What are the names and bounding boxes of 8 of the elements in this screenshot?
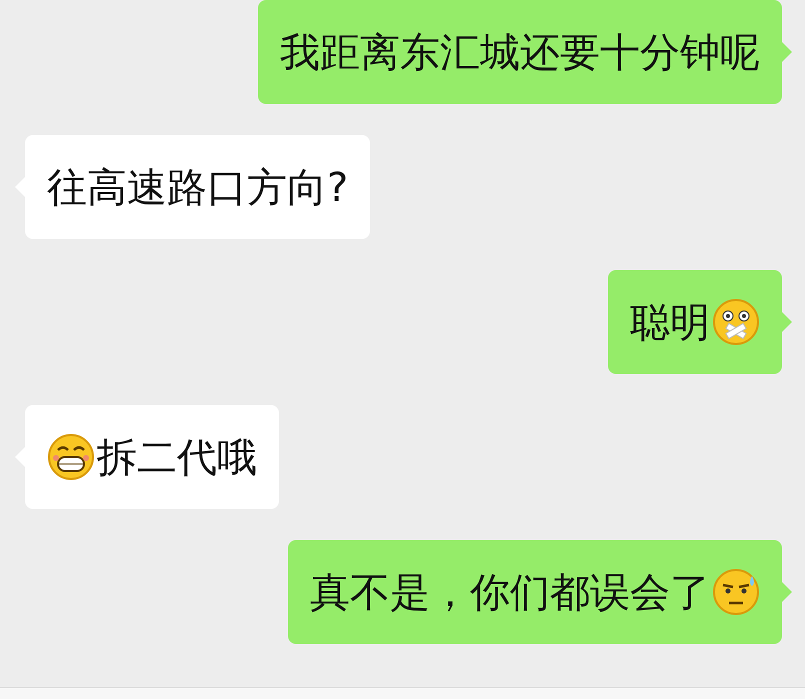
grinning-face-icon <box>47 433 95 481</box>
taped-mouth-face-icon <box>712 298 760 346</box>
message-text: 聪明 <box>630 298 710 348</box>
message-text: 我距离东汇城还要十分钟呢 <box>280 28 760 78</box>
message-text: 往高速路口方向? <box>47 164 348 212</box>
sweat-face-icon <box>712 568 760 616</box>
message-text: 拆二代哦 <box>97 434 257 482</box>
message-text: 真不是，你们都误会了 <box>310 568 710 618</box>
